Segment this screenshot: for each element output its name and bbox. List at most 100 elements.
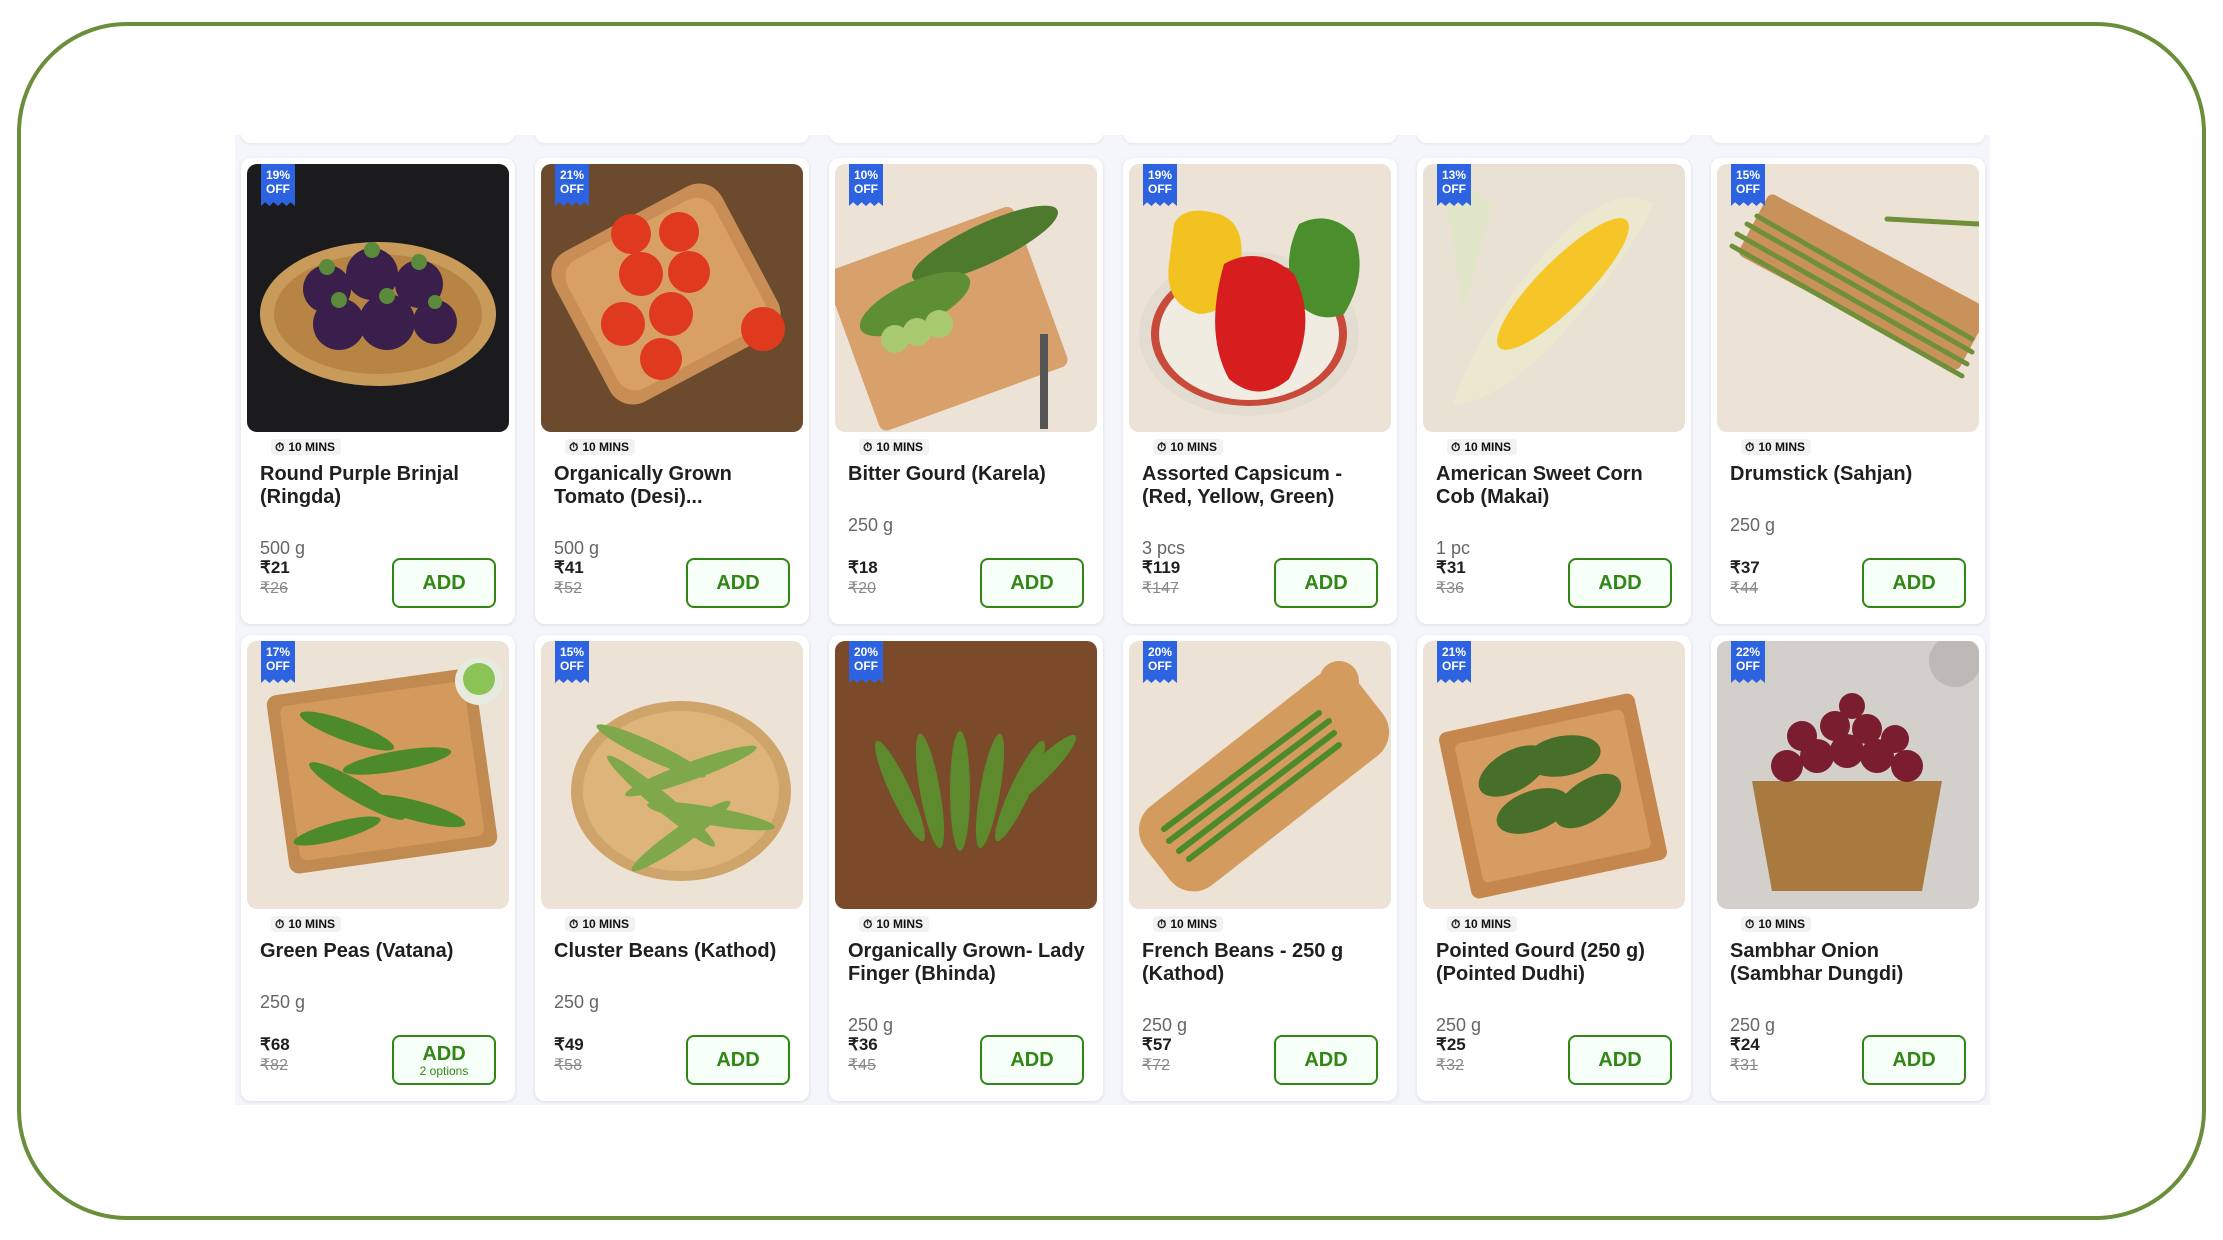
discount-off-label: OFF (1442, 182, 1466, 196)
delivery-eta: ⏱ 10 MINS (859, 439, 930, 455)
product-name[interactable]: Cluster Beans (Kathod) (554, 940, 794, 963)
delivery-eta: ⏱ 10 MINS (1741, 916, 1812, 932)
add-button[interactable]: ADD (1862, 1035, 1966, 1085)
discount-badge: 10% OFF (849, 164, 883, 206)
product-card[interactable]: 21% OFF ⏱ 10 MINS Organically Grown Toma… (535, 158, 809, 624)
product-price: ₹119 (1142, 558, 1181, 577)
add-label: ADD (716, 572, 760, 594)
product-price: ₹18 (848, 558, 878, 577)
discount-off-label: OFF (560, 659, 584, 673)
card-stub (241, 135, 515, 143)
add-button[interactable]: ADD (1274, 558, 1378, 608)
product-quantity: 250 g (848, 1015, 894, 1035)
eta-text: 10 MINS (1758, 917, 1806, 931)
discount-percent: 17% (265, 645, 291, 659)
discount-off-label: OFF (560, 182, 584, 196)
delivery-eta: ⏱ 10 MINS (271, 916, 342, 932)
product-name[interactable]: Sambhar Onion (Sambhar Dungdi) (1730, 940, 1970, 986)
discount-percent: 20% (853, 645, 879, 659)
discount-badge: 21% OFF (555, 164, 589, 206)
add-button[interactable]: ADD (1274, 1035, 1378, 1085)
product-card[interactable]: 19% OFF ⏱ 10 MINS Round Purple Brinjal (… (241, 158, 515, 624)
product-name[interactable]: Assorted Capsicum - (Red, Yellow, Green) (1142, 463, 1382, 509)
discount-off-label: OFF (1148, 659, 1172, 673)
product-card[interactable]: 22% OFF ⏱ 10 MINS Sambhar Onion (Sambhar… (1711, 635, 1985, 1101)
product-quantity: 250 g (1436, 1015, 1482, 1035)
product-price: ₹68 (260, 1035, 290, 1054)
discount-badge: 15% OFF (1731, 164, 1765, 206)
add-button[interactable]: ADD (980, 1035, 1084, 1085)
product-name[interactable]: Organically Grown- Lady Finger (Bhinda) (848, 940, 1088, 986)
product-mrp: ₹32 (1436, 1057, 1464, 1074)
product-card[interactable]: 20% OFF ⏱ 10 MINS French Beans - 250 g (… (1123, 635, 1397, 1101)
delivery-eta: ⏱ 10 MINS (1447, 916, 1518, 932)
timer-icon: ⏱ (1745, 440, 1755, 454)
delivery-eta: ⏱ 10 MINS (1741, 439, 1812, 455)
eta-text: 10 MINS (1758, 440, 1806, 454)
product-quantity: 250 g (1730, 515, 1776, 535)
product-quantity: 250 g (1142, 1015, 1188, 1035)
add-button[interactable]: ADD (686, 558, 790, 608)
discount-off-label: OFF (1148, 182, 1172, 196)
add-button[interactable]: ADD (392, 558, 496, 608)
product-quantity: 1 pc (1436, 538, 1471, 558)
card-stub (1711, 135, 1985, 143)
product-price: ₹36 (848, 1035, 878, 1054)
product-card[interactable]: 15% OFF ⏱ 10 MINS Cluster Beans (Kathod)… (535, 635, 809, 1101)
add-label: ADD (422, 572, 466, 594)
delivery-eta: ⏱ 10 MINS (1447, 439, 1518, 455)
product-name[interactable]: Pointed Gourd (250 g) (Pointed Dudhi) (1436, 940, 1676, 986)
add-button[interactable]: ADD 2 options (392, 1035, 496, 1085)
product-card[interactable]: 15% OFF ⏱ 10 MINS Drumstick (Sahjan) 250… (1711, 158, 1985, 624)
product-name[interactable]: French Beans - 250 g (Kathod) (1142, 940, 1382, 986)
add-button[interactable]: ADD (1568, 1035, 1672, 1085)
add-label: ADD (1892, 1049, 1936, 1071)
discount-percent: 10% (853, 168, 879, 182)
discount-badge: 20% OFF (1143, 641, 1177, 683)
discount-off-label: OFF (266, 659, 290, 673)
product-mrp: ₹20 (848, 580, 876, 597)
add-label: ADD (1304, 572, 1348, 594)
add-label: ADD (1304, 1049, 1348, 1071)
product-mrp: ₹147 (1142, 580, 1179, 597)
previous-row-stubs (235, 135, 1990, 147)
product-name[interactable]: American Sweet Corn Cob (Makai) (1436, 463, 1676, 509)
timer-icon: ⏱ (1157, 440, 1167, 454)
product-card[interactable]: 10% OFF ⏱ 10 MINS Bitter Gourd (Karela) … (829, 158, 1103, 624)
discount-off-label: OFF (266, 182, 290, 196)
discount-percent: 19% (265, 168, 291, 182)
product-name[interactable]: Drumstick (Sahjan) (1730, 463, 1970, 486)
discount-percent: 15% (559, 645, 585, 659)
delivery-eta: ⏱ 10 MINS (1153, 439, 1224, 455)
timer-icon: ⏱ (863, 440, 873, 454)
delivery-eta: ⏱ 10 MINS (859, 916, 930, 932)
discount-percent: 19% (1147, 168, 1173, 182)
product-quantity: 250 g (554, 992, 600, 1012)
add-button[interactable]: ADD (1862, 558, 1966, 608)
product-name[interactable]: Green Peas (Vatana) (260, 940, 500, 963)
product-quantity: 500 g (260, 538, 306, 558)
product-name[interactable]: Round Purple Brinjal (Ringda) (260, 463, 500, 509)
product-price: ₹24 (1730, 1035, 1760, 1054)
product-card[interactable]: 20% OFF ⏱ 10 MINS Organically Grown- Lad… (829, 635, 1103, 1101)
product-card[interactable]: 17% OFF ⏱ 10 MINS Green Peas (Vatana) 25… (241, 635, 515, 1101)
delivery-eta: ⏱ 10 MINS (565, 439, 636, 455)
add-button[interactable]: ADD (686, 1035, 790, 1085)
timer-icon: ⏱ (1451, 440, 1461, 454)
product-name[interactable]: Organically Grown Tomato (Desi)... (554, 463, 794, 509)
product-card[interactable]: 21% OFF ⏱ 10 MINS Pointed Gourd (250 g) … (1417, 635, 1691, 1101)
timer-icon: ⏱ (1157, 917, 1167, 931)
discount-badge: 19% OFF (261, 164, 295, 206)
product-quantity: 250 g (260, 992, 306, 1012)
product-mrp: ₹31 (1730, 1057, 1758, 1074)
product-card[interactable]: 19% OFF ⏱ 10 MINS Assorted Capsicum - (R… (1123, 158, 1397, 624)
product-mrp: ₹36 (1436, 580, 1464, 597)
product-card[interactable]: 13% OFF ⏱ 10 MINS American Sweet Corn Co… (1417, 158, 1691, 624)
product-price: ₹41 (554, 558, 584, 577)
product-mrp: ₹82 (260, 1057, 288, 1074)
product-price: ₹31 (1436, 558, 1466, 577)
add-button[interactable]: ADD (1568, 558, 1672, 608)
add-button[interactable]: ADD (980, 558, 1084, 608)
product-mrp: ₹52 (554, 580, 582, 597)
product-name[interactable]: Bitter Gourd (Karela) (848, 463, 1088, 486)
